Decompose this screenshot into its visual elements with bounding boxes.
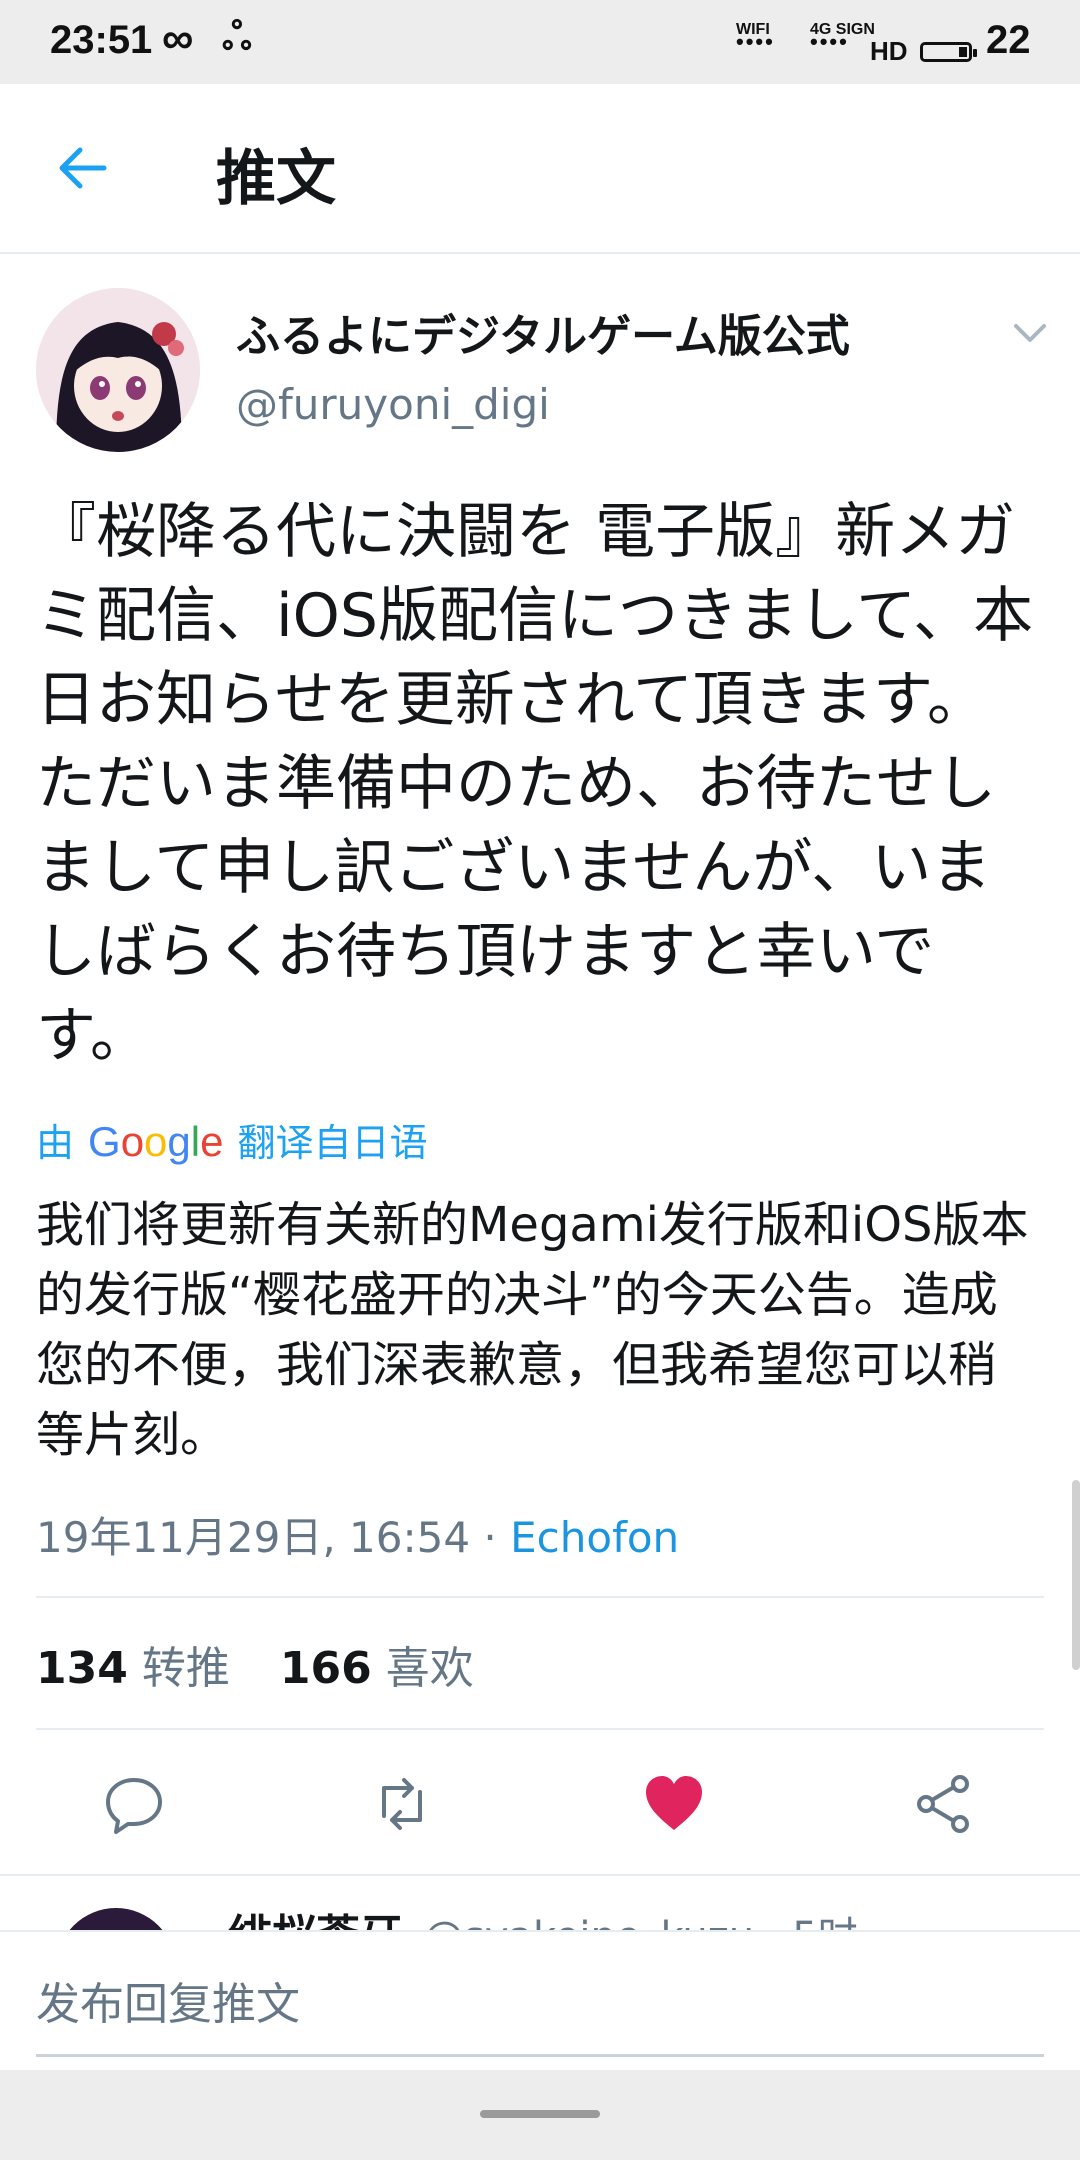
share-icon[interactable] [912, 1772, 976, 1836]
wifi-icon: WIFI •••• [736, 21, 775, 54]
translate-suffix: 翻译自日语 [237, 1121, 428, 1165]
page-title: 推文 [216, 144, 336, 214]
tweet-action-bar [0, 1728, 1080, 1876]
translated-text: 我们将更新有关新的Megami发行版和iOS版本的发行版“樱花盛开的决斗”的今天… [36, 1197, 1029, 1463]
clover-icon: ஃ [222, 16, 252, 58]
author-avatar[interactable] [36, 288, 200, 452]
likes-label[interactable]: 喜欢 [386, 1643, 474, 1694]
retweet-icon[interactable] [370, 1772, 434, 1836]
reply-input[interactable]: 发布回复推文 [36, 1968, 300, 2032]
likes-count[interactable]: 166 [280, 1643, 372, 1694]
timestamp-text: 19年11月29日, 16:54 · [36, 1513, 511, 1562]
tweet-stats: 134 转推 166 喜欢 [36, 1632, 474, 1696]
chevron-down-icon[interactable] [1010, 320, 1050, 346]
hd-voice-icon: HD [870, 36, 908, 66]
source-link[interactable]: Echofon [510, 1513, 679, 1562]
battery-level: 22 [986, 18, 1031, 62]
google-logo: Google [88, 1118, 224, 1165]
translate-prefix: 由 [36, 1121, 75, 1165]
author-handle[interactable]: @furuyoni_digi [236, 380, 550, 429]
scrollbar[interactable] [1072, 1480, 1080, 1670]
reply-icon[interactable] [102, 1772, 166, 1836]
reply-composer: 发布回复推文 [0, 1930, 1080, 2072]
divider [36, 1596, 1044, 1598]
app-header: 推文 [0, 84, 1080, 254]
author-name[interactable]: ふるよにデジタルゲーム版公式 [236, 300, 850, 364]
back-arrow-icon[interactable] [56, 142, 108, 194]
home-indicator[interactable] [480, 2110, 600, 2118]
divider [0, 1874, 1080, 1876]
tweet-text: 『桜降る代に決闘を 電子版』新メガミ配信、iOS版配信につきまして、本日お知らせ… [36, 497, 1034, 1071]
battery-icon [920, 42, 977, 62]
cell-signal-icon: 4G SIGN •••• [810, 21, 875, 54]
input-underline [36, 2054, 1044, 2057]
status-time: 23:51 [50, 18, 153, 62]
infinity-icon: ∞ [162, 14, 194, 63]
system-nav-bar [0, 2070, 1080, 2160]
like-heart-icon[interactable] [642, 1772, 706, 1836]
translation-attribution[interactable]: 由 Google 翻译自日语 [36, 1112, 427, 1167]
retweets-label[interactable]: 转推 [142, 1643, 230, 1694]
retweets-count[interactable]: 134 [36, 1643, 128, 1694]
tweet-timestamp: 19年11月29日, 16:54 · Echofon [36, 1504, 679, 1565]
status-bar: 23:51 ∞ ஃ WIFI •••• 4G SIGN •••• HD 22 [0, 0, 1080, 84]
